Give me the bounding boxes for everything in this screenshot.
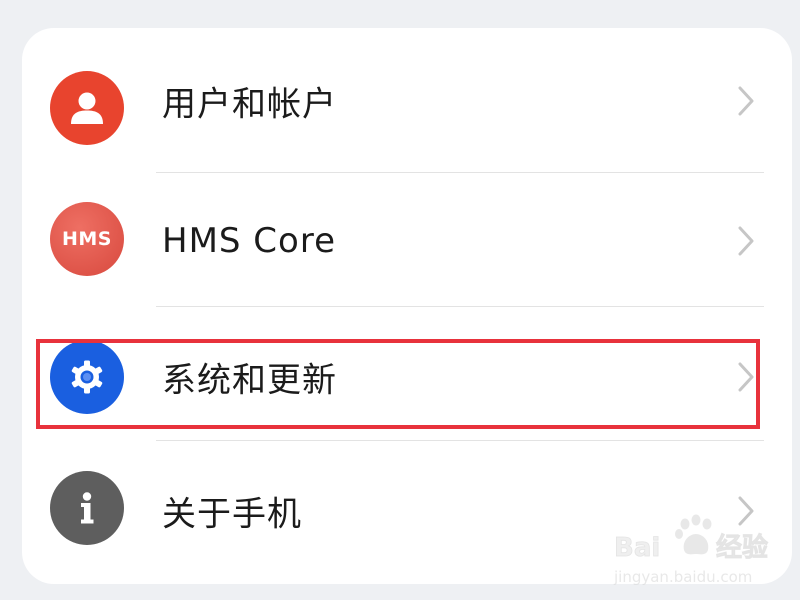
chevron-right-icon <box>738 496 754 526</box>
chevron-right-icon <box>738 86 754 116</box>
settings-item-users[interactable]: 用户和帐户 <box>22 34 792 168</box>
settings-item-label: 系统和更新 <box>162 360 337 401</box>
hms-icon-text: HMS <box>62 228 112 250</box>
info-icon <box>50 471 124 545</box>
settings-item-hms-core[interactable]: HMS HMS Core <box>22 174 792 308</box>
settings-item-label: 用户和帐户 <box>162 84 337 125</box>
settings-item-about-phone[interactable]: 关于手机 <box>22 444 792 578</box>
chevron-right-icon <box>738 226 754 256</box>
hms-icon: HMS <box>50 202 124 276</box>
settings-card: 用户和帐户 HMS HMS Core 系统和更新 关于手机 <box>22 28 792 584</box>
settings-item-label: 关于手机 <box>162 494 302 535</box>
gear-icon <box>50 340 124 414</box>
chevron-right-icon <box>738 362 754 392</box>
user-icon <box>50 71 124 145</box>
settings-screen: 用户和帐户 HMS HMS Core 系统和更新 关于手机 Bai 经验 jin… <box>0 0 800 600</box>
settings-item-label: HMS Core <box>162 221 336 261</box>
divider <box>156 440 764 441</box>
divider <box>156 172 764 173</box>
divider <box>156 306 764 307</box>
settings-item-system-update[interactable]: 系统和更新 <box>22 310 792 444</box>
